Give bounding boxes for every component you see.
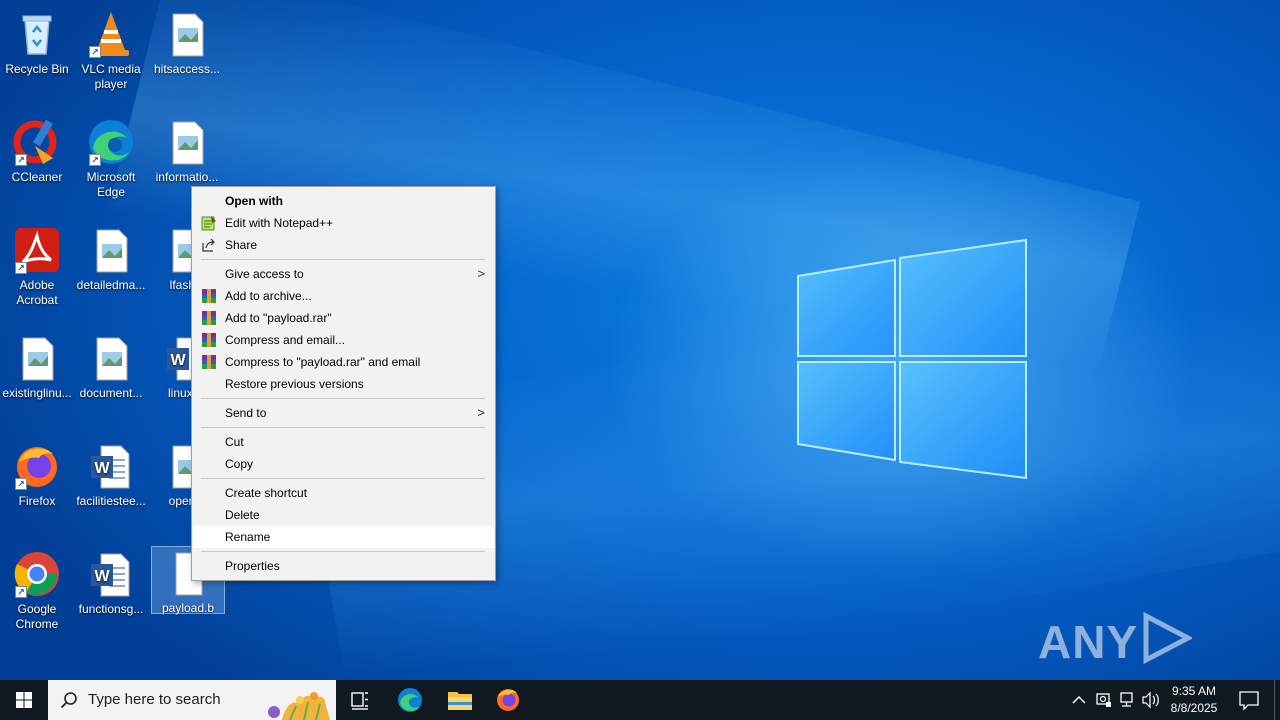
network-icon: [1120, 692, 1133, 707]
tray-network-button[interactable]: [1116, 680, 1138, 720]
desktop-icon-recycle-bin[interactable]: Recycle Bin: [0, 4, 74, 108]
context-menu: Open with Edit with Notepad++ Share Give…: [191, 186, 496, 581]
winrar-icon: [201, 310, 217, 326]
firefox-icon: [497, 689, 519, 711]
svg-text:W: W: [94, 460, 110, 477]
shortcut-arrow-icon: ↗: [89, 46, 101, 58]
menu-item-share[interactable]: Share: [192, 234, 495, 256]
menu-item-copy[interactable]: Copy: [192, 453, 495, 475]
desktop-icon-ccleaner[interactable]: ↗ CCleaner: [0, 112, 74, 216]
show-desktop-button[interactable]: [1274, 680, 1280, 720]
search-icon: [60, 692, 77, 709]
menu-separator: [201, 551, 485, 552]
image-file-icon: [87, 334, 135, 382]
start-button[interactable]: [0, 680, 48, 720]
search-highlight-illustration: [268, 692, 330, 720]
desktop-icon-document[interactable]: document...: [74, 328, 148, 432]
desktop-icon-adobe-acrobat[interactable]: ↗ Adobe Acrobat: [0, 220, 74, 324]
desktop-icon-existinglinu[interactable]: existinglinu...: [0, 328, 74, 432]
windows-logo-wallpaper: [797, 238, 1027, 480]
menu-item-give-access[interactable]: Give access to >: [192, 263, 495, 285]
tray-overflow-button[interactable]: [1068, 680, 1090, 720]
menu-item-edit-notepad[interactable]: Edit with Notepad++: [192, 212, 495, 234]
image-file-icon: [163, 118, 211, 166]
winrar-icon: [201, 332, 217, 348]
shortcut-arrow-icon: ↗: [15, 262, 27, 274]
winrar-icon: [201, 288, 217, 304]
recycle-bin-icon: [13, 10, 61, 58]
svg-text:W: W: [170, 352, 186, 369]
taskbar-edge-button[interactable]: [386, 680, 434, 720]
windows-start-icon: [16, 692, 32, 708]
desktop-icon-vlc[interactable]: ↗ VLC media player: [74, 4, 148, 108]
shortcut-arrow-icon: ↗: [89, 154, 101, 166]
menu-item-send-to[interactable]: Send to >: [192, 402, 495, 424]
speaker-icon: [1142, 691, 1159, 709]
svg-text:W: W: [94, 568, 110, 585]
tray-volume-button[interactable]: [1140, 680, 1162, 720]
menu-item-cut[interactable]: Cut: [192, 431, 495, 453]
file-explorer-icon: [448, 692, 472, 710]
share-icon: [201, 237, 217, 253]
menu-item-compress-email[interactable]: Compress and email...: [192, 329, 495, 351]
desktop-icon-microsoft-edge[interactable]: ↗ Microsoft Edge: [74, 112, 148, 216]
taskbar-firefox-button[interactable]: [484, 680, 532, 720]
submenu-arrow-icon: >: [477, 266, 485, 281]
task-view-icon: [351, 692, 368, 710]
taskbar-clock[interactable]: 9:35 AM 8/8/2025: [1160, 683, 1228, 717]
notification-icon: [1239, 691, 1259, 711]
tray-security-button[interactable]: [1093, 680, 1115, 720]
menu-separator: [201, 259, 485, 260]
word-doc-icon: W: [87, 550, 135, 598]
shortcut-arrow-icon: ↗: [15, 478, 27, 490]
defender-icon: [1096, 693, 1111, 707]
menu-separator: [201, 427, 485, 428]
desktop-icon-facilitiestee[interactable]: W facilitiestee...: [74, 436, 148, 540]
acrobat-icon: ↗: [13, 226, 61, 274]
notepad-plus-plus-icon: [201, 215, 217, 231]
desktop-icon-functionsg[interactable]: W functionsg...: [74, 544, 148, 648]
desktop-icon-google-chrome[interactable]: ↗ Google Chrome: [0, 544, 74, 648]
taskbar-search-box[interactable]: Type here to search: [48, 680, 336, 720]
menu-item-restore-versions[interactable]: Restore previous versions: [192, 373, 495, 395]
play-triangle-icon: [1143, 611, 1194, 665]
menu-item-open-with[interactable]: Open with: [192, 190, 495, 212]
menu-item-delete[interactable]: Delete: [192, 504, 495, 526]
edge-icon: ↗: [87, 118, 135, 166]
menu-separator: [201, 478, 485, 479]
task-view-button[interactable]: [336, 680, 384, 720]
action-center-button[interactable]: [1234, 680, 1264, 720]
desktop-icon-detailedma[interactable]: detailedma...: [74, 220, 148, 324]
menu-item-compress-rar-email[interactable]: Compress to "payload.rar" and email: [192, 351, 495, 373]
menu-item-rename[interactable]: Rename: [193, 526, 494, 548]
winrar-icon: [201, 354, 217, 370]
desktop-icon-firefox[interactable]: ↗ Firefox: [0, 436, 74, 540]
shortcut-arrow-icon: ↗: [15, 586, 27, 598]
desktop-icon-hitsaccess[interactable]: hitsaccess...: [150, 4, 224, 108]
taskbar-file-explorer-button[interactable]: [436, 680, 484, 720]
firefox-icon: ↗: [13, 442, 61, 490]
anyrun-watermark: ANYRUN: [1038, 611, 1280, 680]
menu-item-add-rar[interactable]: Add to "payload.rar": [192, 307, 495, 329]
word-doc-icon: W: [87, 442, 135, 490]
shortcut-arrow-icon: ↗: [15, 154, 27, 166]
chevron-up-icon: [1072, 695, 1086, 704]
menu-separator: [201, 398, 485, 399]
ccleaner-icon: ↗: [13, 118, 61, 166]
edge-icon: [398, 688, 422, 712]
taskbar: Type here to search 9:35 AM 8/8/2025: [0, 680, 1280, 720]
menu-item-create-shortcut[interactable]: Create shortcut: [192, 482, 495, 504]
menu-item-properties[interactable]: Properties: [192, 555, 495, 577]
chrome-icon: ↗: [13, 550, 61, 598]
image-file-icon: [87, 226, 135, 274]
image-file-icon: [163, 10, 211, 58]
vlc-icon: ↗: [87, 10, 135, 58]
submenu-arrow-icon: >: [477, 405, 485, 420]
menu-item-add-archive[interactable]: Add to archive...: [192, 285, 495, 307]
image-file-icon: [13, 334, 61, 382]
